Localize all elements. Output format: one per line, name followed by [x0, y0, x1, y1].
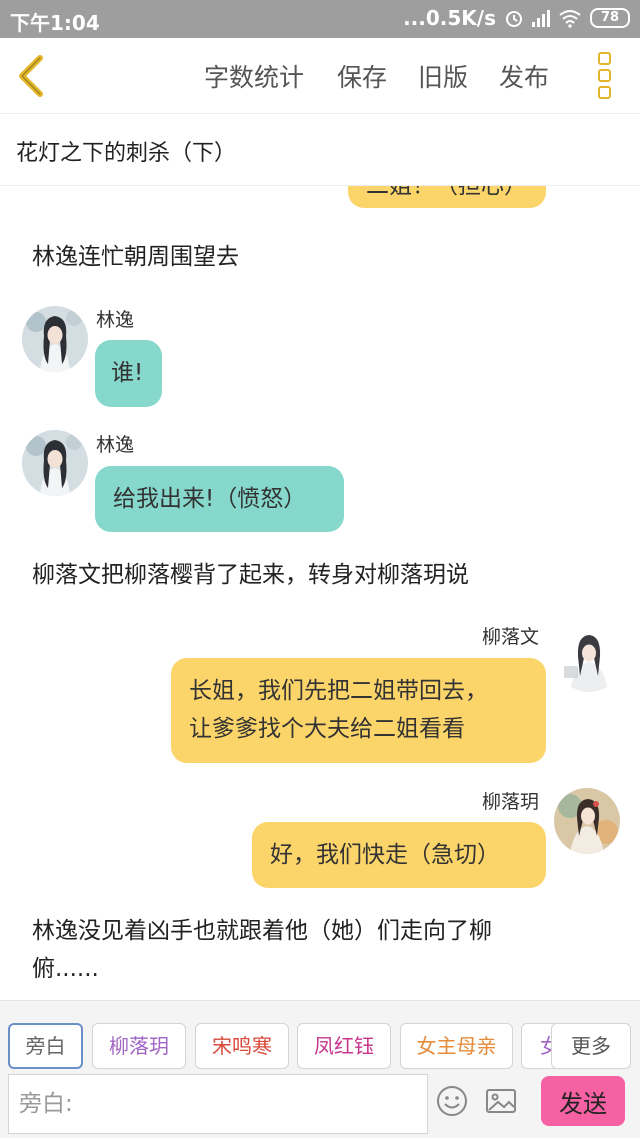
avatar-liuluoyue[interactable] — [554, 788, 620, 854]
role-tag-narration[interactable]: 旁白 — [8, 1023, 83, 1069]
wifi-icon — [559, 10, 581, 28]
input-bar: 发送 — [0, 1070, 640, 1138]
speaker-name: 柳落玥 — [482, 791, 540, 813]
more-menu-icon[interactable] — [598, 52, 614, 100]
speaker-name: 柳落文 — [482, 626, 540, 648]
bubble-text: 好，我们快走（急切） — [270, 842, 500, 868]
role-tag-songminghan[interactable]: 宋鸣寒 — [195, 1023, 289, 1069]
emoji-icon[interactable] — [435, 1084, 469, 1118]
status-time: 下午1:04 — [10, 11, 100, 35]
back-arrow-icon — [19, 55, 43, 97]
role-tags-bar: 旁白 柳落玥 宋鸣寒 凤红钰 女主母亲 女 更多 — [0, 1000, 640, 1070]
avatar-linyi[interactable] — [22, 430, 88, 496]
narration-text[interactable]: 林逸没见着凶手也就跟着他（她）们走向了柳 俯...... — [32, 912, 492, 988]
status-bar: 下午1:04 ...0.5K/s 78 — [0, 0, 640, 38]
speaker-name: 林逸 — [96, 309, 135, 331]
bubble-text: 谁! — [111, 360, 144, 386]
bubble-text: 二姐！（担心） — [366, 186, 527, 199]
back-button[interactable] — [14, 54, 54, 98]
avatar-linyi[interactable] — [22, 306, 88, 372]
chat-area[interactable]: 二姐！（担心） 林逸连忙朝周围望去 林逸 谁! 林逸 给我出来!（愤怒） 柳落文… — [0, 186, 640, 1000]
chapter-title: 花灯之下的刺杀（下） — [16, 141, 237, 166]
narration-text[interactable]: 柳落文把柳落樱背了起来，转身对柳落玥说 — [32, 556, 469, 594]
status-indicators: ...0.5K/s 78 — [403, 6, 630, 30]
signal-icon — [532, 9, 550, 27]
chat-bubble[interactable]: 谁! — [95, 340, 162, 407]
send-button[interactable]: 发送 — [541, 1076, 625, 1126]
chat-bubble-partial[interactable]: 二姐！（担心） — [348, 186, 546, 208]
avatar-liuluowen[interactable] — [556, 626, 622, 692]
word-count-button[interactable]: 字数统计 — [204, 58, 304, 94]
chapter-title-bar[interactable]: 花灯之下的刺杀（下） — [0, 114, 640, 186]
battery-icon: 78 — [590, 8, 630, 28]
role-tag-fenghongyu[interactable]: 凤红钰 — [297, 1023, 391, 1069]
more-roles-button[interactable]: 更多 — [551, 1023, 631, 1069]
speaker-name: 林逸 — [96, 434, 135, 456]
role-tag-heroine-mother[interactable]: 女主母亲 — [400, 1023, 513, 1069]
role-tag-liuluoyue[interactable]: 柳落玥 — [92, 1023, 186, 1069]
bubble-text-line: 让爹爹找个大夫给二姐看看 — [189, 716, 465, 742]
old-version-button[interactable]: 旧版 — [418, 58, 468, 94]
network-speed: ...0.5K/s — [403, 6, 496, 30]
save-button[interactable]: 保存 — [337, 58, 387, 94]
editor-toolbar: 字数统计 保存 旧版 发布 — [0, 38, 640, 114]
chat-bubble[interactable]: 长姐，我们先把二姐带回去， 让爹爹找个大夫给二姐看看 — [171, 658, 546, 763]
publish-button[interactable]: 发布 — [499, 58, 549, 94]
narration-line: 林逸没见着凶手也就跟着他（她）们走向了柳 — [32, 918, 492, 944]
image-icon[interactable] — [484, 1084, 518, 1118]
bubble-text-line: 长姐，我们先把二姐带回去， — [189, 678, 488, 704]
message-input[interactable] — [8, 1074, 428, 1134]
narration-line: 俯...... — [32, 956, 99, 982]
alarm-icon — [506, 11, 522, 27]
bubble-text: 给我出来!（愤怒） — [113, 486, 307, 512]
chat-bubble[interactable]: 好，我们快走（急切） — [252, 822, 546, 888]
chat-bubble[interactable]: 给我出来!（愤怒） — [95, 466, 344, 532]
narration-text[interactable]: 林逸连忙朝周围望去 — [32, 238, 239, 276]
